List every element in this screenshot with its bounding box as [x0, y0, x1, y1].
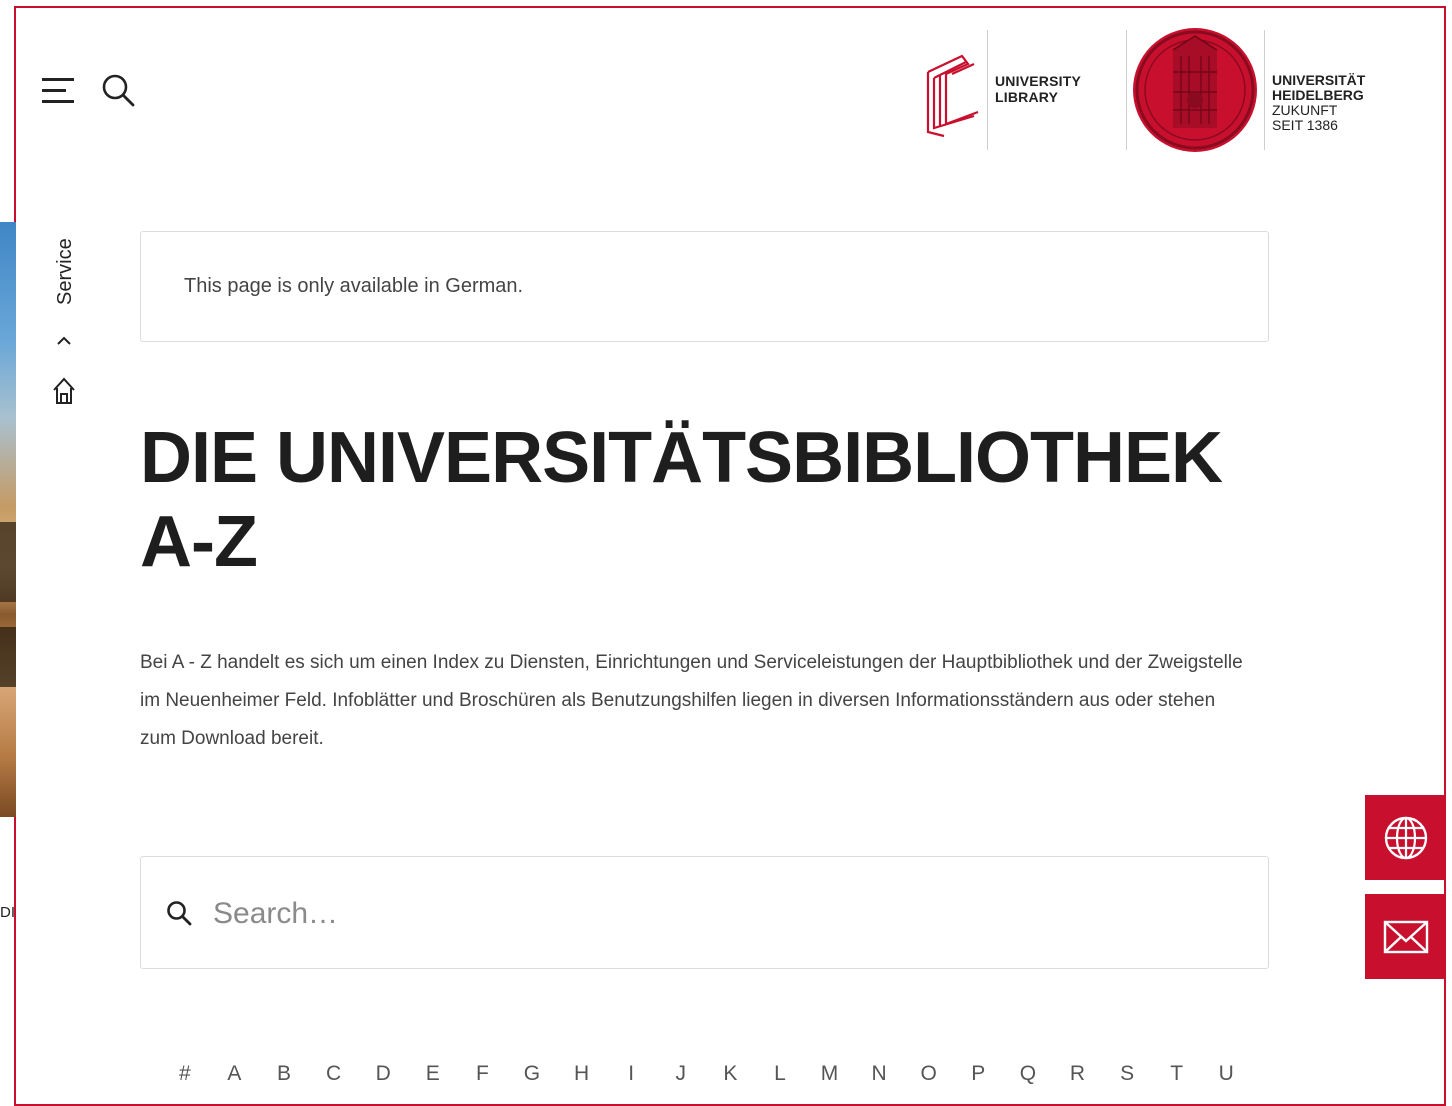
alphabet-letter[interactable]: N: [854, 1062, 904, 1086]
cut-off-text: DI: [0, 904, 15, 921]
logo-divider: [1264, 30, 1265, 150]
seal-icon: [1135, 30, 1255, 150]
alphabet-letter[interactable]: G: [507, 1062, 557, 1086]
alphabet-letter[interactable]: C: [309, 1062, 359, 1086]
library-logo-line1: UNIVERSITY: [995, 73, 1082, 89]
alphabet-letter[interactable]: R: [1053, 1062, 1103, 1086]
university-line3: ZUKUNFT: [1272, 102, 1338, 118]
menu-icon-bar: [42, 100, 74, 103]
side-photo-detail: [0, 522, 16, 602]
alphabet-letter[interactable]: K: [706, 1062, 756, 1086]
alphabet-letter[interactable]: B: [259, 1062, 309, 1086]
search-box: [140, 856, 1269, 969]
alphabet-letter[interactable]: J: [656, 1062, 706, 1086]
alphabet-letter[interactable]: I: [606, 1062, 656, 1086]
alphabet-letter[interactable]: M: [805, 1062, 855, 1086]
home-icon[interactable]: [51, 376, 77, 406]
menu-button[interactable]: [42, 76, 76, 106]
contact-button[interactable]: [1365, 894, 1446, 979]
alphabet-letter[interactable]: L: [755, 1062, 805, 1086]
alphabet-letter[interactable]: F: [458, 1062, 508, 1086]
search-input[interactable]: [211, 891, 1215, 937]
alphabet-letter[interactable]: A: [210, 1062, 260, 1086]
library-logo-text[interactable]: UNIVERSITY LIBRARY: [995, 73, 1081, 105]
intro-text: Bei A - Z handelt es sich um einen Index…: [140, 652, 1243, 749]
university-line4: SEIT 1386: [1272, 117, 1338, 133]
alphabet-letter[interactable]: E: [408, 1062, 458, 1086]
page-title: DIE UNIVERSITÄTSBIBLIOTHEK A-Z: [140, 418, 1223, 582]
mail-icon: [1383, 920, 1428, 953]
logo-divider: [987, 30, 988, 150]
university-line2: HEIDELBERG: [1272, 87, 1364, 103]
menu-icon-bar: [42, 89, 66, 92]
alphabet-letter[interactable]: H: [557, 1062, 607, 1086]
chevron-up-icon: [57, 336, 71, 345]
university-logo-text[interactable]: UNIVERSITÄT HEIDELBERG ZUKUNFT SEIT 1386: [1272, 73, 1365, 133]
search-icon: [167, 901, 192, 926]
alphabet-letter[interactable]: S: [1102, 1062, 1152, 1086]
search-toggle-button[interactable]: [100, 72, 136, 108]
alphabet-letter[interactable]: T: [1152, 1062, 1202, 1086]
menu-icon: [42, 78, 74, 81]
logo-divider: [1126, 30, 1127, 150]
search-icon: [102, 74, 135, 107]
globe-icon: [1384, 816, 1427, 859]
library-logo-icon[interactable]: [922, 52, 984, 138]
side-photo-detail: [0, 627, 16, 687]
university-line1: UNIVERSITÄT: [1272, 72, 1366, 88]
alphabet-letter[interactable]: O: [904, 1062, 954, 1086]
alphabet-letter[interactable]: Q: [1003, 1062, 1053, 1086]
language-notice: This page is only available in German.: [140, 231, 1269, 342]
breadcrumb-service[interactable]: Service: [54, 238, 77, 305]
alphabet-letter[interactable]: U: [1201, 1062, 1251, 1086]
alphabet-letter[interactable]: #: [160, 1062, 210, 1086]
alphabet-letter[interactable]: D: [358, 1062, 408, 1086]
alphabet-letter[interactable]: P: [954, 1062, 1004, 1086]
side-photo: [0, 222, 16, 817]
language-button[interactable]: [1365, 795, 1446, 880]
language-notice-text: This page is only available in German.: [184, 275, 524, 297]
university-seal-logo[interactable]: [1133, 28, 1257, 152]
library-logo-line2: LIBRARY: [995, 89, 1059, 105]
alphabet-index: # A B C D E F G H I J K L M N O P Q R S …: [160, 1062, 1251, 1086]
